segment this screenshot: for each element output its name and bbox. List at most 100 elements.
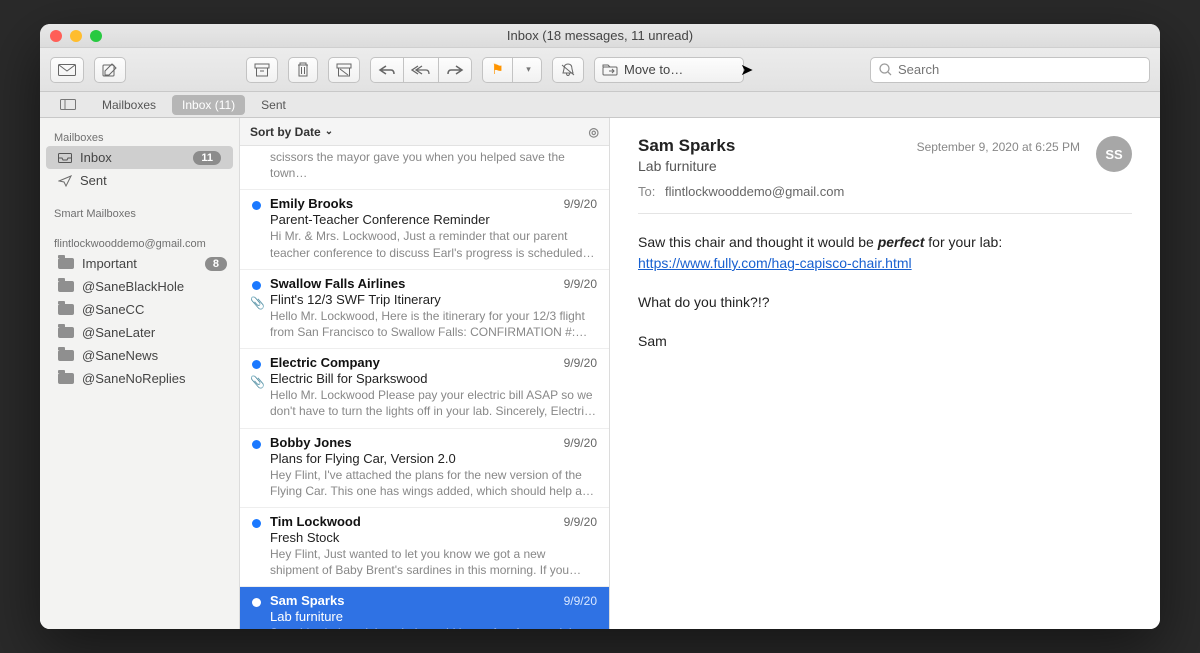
message-date: 9/9/20 bbox=[564, 515, 597, 529]
message-preview: Hello Mr. Lockwood, Here is the itinerar… bbox=[270, 308, 597, 340]
reading-from: Sam Sparks bbox=[638, 136, 917, 156]
flag-menu-button[interactable]: ▾ bbox=[512, 57, 542, 83]
reading-header: Sam Sparks Lab furniture September 9, 20… bbox=[638, 136, 1132, 174]
reading-body-text: What do you think?!? bbox=[638, 292, 1132, 313]
message-date: 9/9/20 bbox=[564, 436, 597, 450]
message-sender: Bobby Jones bbox=[270, 435, 352, 450]
message-sender: Tim Lockwood bbox=[270, 514, 361, 529]
envelope-icon bbox=[58, 64, 76, 76]
message-row[interactable]: Bobby Jones9/9/20Plans for Flying Car, V… bbox=[240, 429, 609, 508]
avatar: SS bbox=[1096, 136, 1132, 172]
sidebar-section-mailboxes: Mailboxes bbox=[40, 126, 239, 146]
folder-icon bbox=[58, 304, 74, 315]
message-row-truncated[interactable]: scissors the mayor gave you when you hel… bbox=[240, 146, 609, 190]
compose-icon bbox=[102, 62, 118, 78]
sidebar: Mailboxes Inbox 11 Sent Smart Mailboxes … bbox=[40, 118, 240, 629]
reading-pane: Sam Sparks Lab furniture September 9, 20… bbox=[610, 118, 1160, 629]
reading-body-link[interactable]: https://www.fully.com/hag-capisco-chair.… bbox=[638, 255, 912, 271]
trash-icon bbox=[296, 62, 310, 77]
move-to-label: Move to… bbox=[624, 62, 683, 77]
message-preview: Saw this chair and thought it would be p… bbox=[270, 625, 597, 629]
get-mail-button[interactable] bbox=[50, 57, 84, 83]
message-row[interactable]: Sam Sparks9/9/20Lab furnitureSaw this ch… bbox=[240, 587, 609, 629]
close-window-button[interactable] bbox=[50, 30, 62, 42]
reply-group bbox=[370, 57, 472, 83]
filter-icon[interactable]: ◎ bbox=[589, 125, 599, 139]
archive-button[interactable] bbox=[246, 57, 278, 83]
message-preview: Hey Flint, Just wanted to let you know w… bbox=[270, 546, 597, 578]
junk-icon bbox=[336, 63, 352, 77]
reply-all-icon bbox=[411, 64, 431, 76]
sidebar-folder[interactable]: Important8 bbox=[40, 252, 239, 275]
message-subject: Lab furniture bbox=[270, 609, 597, 624]
folder-icon bbox=[58, 258, 74, 269]
message-sender: Swallow Falls Airlines bbox=[270, 276, 405, 291]
delete-button[interactable] bbox=[288, 57, 318, 83]
mute-button[interactable] bbox=[552, 57, 584, 83]
sidebar-folder-label: @SaneCC bbox=[82, 302, 144, 317]
sidebar-sent[interactable]: Sent bbox=[40, 169, 239, 192]
mail-window: Inbox (18 messages, 11 unread) ⚑ ▾ bbox=[40, 24, 1160, 629]
window-title: Inbox (18 messages, 11 unread) bbox=[40, 28, 1160, 43]
message-row[interactable]: 📎Electric Company9/9/20Electric Bill for… bbox=[240, 349, 609, 428]
favorites-bar: Mailboxes Inbox (11) Sent bbox=[40, 92, 1160, 118]
sidebar-inbox-label: Inbox bbox=[80, 150, 112, 165]
sent-icon bbox=[58, 175, 72, 187]
search-input[interactable] bbox=[898, 62, 1141, 77]
inbox-icon bbox=[58, 153, 72, 163]
compose-button[interactable] bbox=[94, 57, 126, 83]
fav-inbox[interactable]: Inbox (11) bbox=[172, 95, 245, 115]
folder-icon bbox=[58, 327, 74, 338]
sidebar-folder[interactable]: @SaneBlackHole bbox=[40, 275, 239, 298]
reading-divider bbox=[638, 213, 1132, 214]
sidebar-folder[interactable]: @SaneNoReplies bbox=[40, 367, 239, 390]
reading-body-text: for your lab: bbox=[924, 234, 1002, 250]
message-date: 9/9/20 bbox=[564, 197, 597, 211]
zoom-window-button[interactable] bbox=[90, 30, 102, 42]
fav-mailboxes[interactable]: Mailboxes bbox=[92, 95, 166, 115]
toggle-sidebar-button[interactable] bbox=[50, 96, 86, 113]
sidebar-section-smart: Smart Mailboxes bbox=[40, 202, 239, 222]
fav-sent[interactable]: Sent bbox=[251, 95, 296, 115]
flag-group: ⚑ ▾ bbox=[482, 57, 542, 83]
message-date: 9/9/20 bbox=[564, 277, 597, 291]
sidebar-folder-label: @SaneLater bbox=[82, 325, 155, 340]
move-to-button[interactable]: Move to… bbox=[594, 57, 744, 83]
message-subject: Parent-Teacher Conference Reminder bbox=[270, 212, 597, 227]
search-field[interactable] bbox=[870, 57, 1150, 83]
sidebar-folder[interactable]: @SaneCC bbox=[40, 298, 239, 321]
sidebar-folder-label: @SaneNews bbox=[82, 348, 158, 363]
chevron-down-icon: ▾ bbox=[526, 64, 531, 75]
move-to-folder-icon bbox=[602, 64, 618, 76]
list-sort-header[interactable]: Sort by Date ⌄ ◎ bbox=[240, 118, 609, 146]
forward-button[interactable] bbox=[438, 57, 472, 83]
reading-body-signature: Sam bbox=[638, 331, 1132, 352]
message-subject: Flint's 12/3 SWF Trip Itinerary bbox=[270, 292, 597, 307]
forward-icon bbox=[446, 64, 464, 76]
sidebar-folder-label: @SaneNoReplies bbox=[82, 371, 186, 386]
flag-icon: ⚑ bbox=[491, 61, 504, 78]
message-row[interactable]: 📎Swallow Falls Airlines9/9/20Flint's 12/… bbox=[240, 270, 609, 349]
archive-icon bbox=[254, 63, 270, 77]
sidebar-account-label: flintlockwooddemo@gmail.com bbox=[40, 232, 239, 252]
message-sender: Electric Company bbox=[270, 355, 380, 370]
sidebar-inbox[interactable]: Inbox 11 bbox=[46, 146, 233, 169]
minimize-window-button[interactable] bbox=[70, 30, 82, 42]
sidebar-folder[interactable]: @SaneNews bbox=[40, 344, 239, 367]
reading-date: September 9, 2020 at 6:25 PM bbox=[917, 136, 1080, 154]
sidebar-folder-label: @SaneBlackHole bbox=[82, 279, 184, 294]
message-row[interactable]: Emily Brooks9/9/20Parent-Teacher Confere… bbox=[240, 190, 609, 269]
sidebar-folder[interactable]: @SaneLater bbox=[40, 321, 239, 344]
message-list[interactable]: scissors the mayor gave you when you hel… bbox=[240, 146, 609, 629]
folder-icon bbox=[58, 281, 74, 292]
attachment-icon: 📎 bbox=[250, 375, 265, 389]
message-row[interactable]: Tim Lockwood9/9/20Fresh StockHey Flint, … bbox=[240, 508, 609, 587]
reply-all-button[interactable] bbox=[403, 57, 438, 83]
junk-button[interactable] bbox=[328, 57, 360, 83]
reading-to-label: To: bbox=[638, 184, 655, 199]
message-preview: Hi Mr. & Mrs. Lockwood, Just a reminder … bbox=[270, 228, 597, 260]
reply-button[interactable] bbox=[370, 57, 403, 83]
reading-to-row: To: flintlockwooddemo@gmail.com bbox=[638, 184, 1132, 199]
flag-button[interactable]: ⚑ bbox=[482, 57, 512, 83]
reading-body: Saw this chair and thought it would be p… bbox=[638, 232, 1132, 352]
